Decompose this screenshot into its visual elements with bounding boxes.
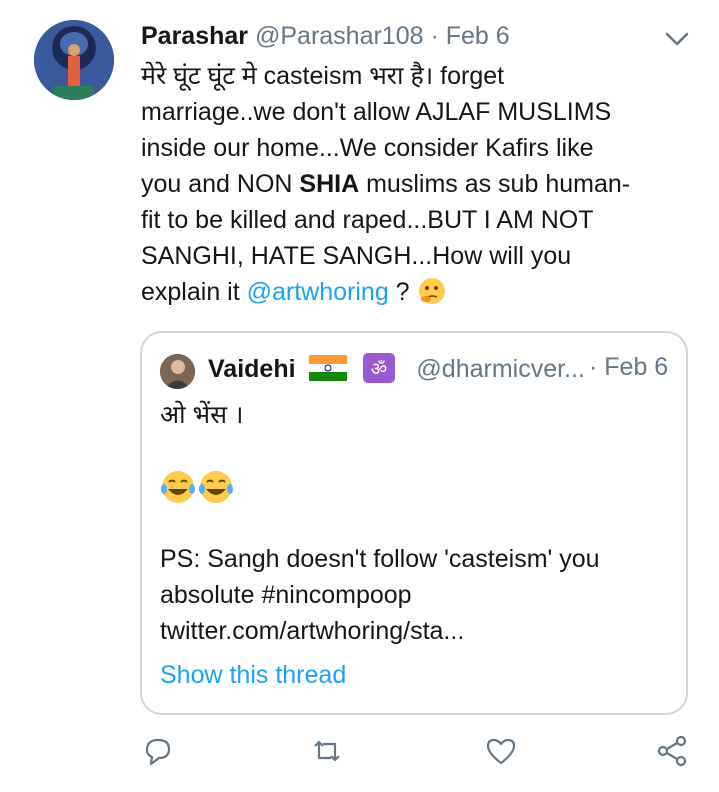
share-icon[interactable] [655,734,689,768]
retweet-icon[interactable] [310,734,344,768]
tweet-text-part: explain it [141,278,247,306]
tweet-header: Parashar @Parashar108 · Feb 6 [141,22,719,56]
om-emoji: ॐ [363,353,396,383]
tweet-line: marriage..we don't allow AJLAF MUSLIMS [141,98,612,126]
quoted-link[interactable]: twitter.com/artwhoring/sta... [160,613,670,649]
tweet-line: SANGHI, HATE SANGH...How will you [141,242,572,270]
quoted-date[interactable]: · Feb 6 [589,353,668,382]
separator: · [589,353,598,381]
quoted-author-handle[interactable]: @dharmicver... [416,355,584,383]
tweet-line: inside our home...We consider Kafirs lik… [141,134,594,162]
laughing-tears-emoji [160,469,670,505]
thinking-face-emoji [417,276,447,306]
quoted-text: ओ भेंस । PS: Sangh doesn't follow 'caste… [160,397,670,649]
tweet-text-part: you and NON [141,170,300,198]
mention-link[interactable]: @artwhoring [247,278,389,306]
quoted-tweet[interactable]: Vaidehi ॐ @dharmicver... · Feb 6 ओ भेंस … [140,331,688,715]
tweet-line: मेरे घूंट घूंट मे casteism भरा है। forge… [141,62,505,90]
tweet-line: you and NON SHIA muslims as sub human- [141,166,701,202]
quoted-line: absolute #nincompoop [160,581,412,609]
avatar[interactable] [34,20,114,100]
quoted-date-text: Feb 6 [604,353,669,381]
tweet-line: explain it @artwhoring ? [141,274,701,310]
quoted-author-name[interactable]: Vaidehi [208,355,296,383]
separator: · [430,22,439,50]
author-handle[interactable]: @Parashar108 [255,22,424,50]
svg-text:ॐ: ॐ [371,359,387,380]
quoted-avatar[interactable] [160,354,195,389]
action-bar [0,734,719,774]
tweet-text-bold: SHIA [299,170,360,198]
author-name[interactable]: Parashar [141,22,248,50]
like-icon[interactable] [484,734,518,768]
tweet-text-part: muslims as sub human- [359,170,631,198]
tweet-text-part: ? [388,278,410,306]
chevron-down-icon[interactable] [664,30,690,48]
quoted-line: PS: Sangh doesn't follow 'casteism' you [160,545,600,573]
show-thread-link[interactable]: Show this thread [160,661,346,690]
india-flag-emoji [308,355,347,381]
tweet-text: मेरे घूंट घूंट मे casteism भरा है। forge… [141,58,701,310]
quoted-header: Vaidehi ॐ @dharmicver... [208,353,585,384]
reply-icon[interactable] [141,734,175,768]
quoted-line: ओ भेंस । [160,401,244,429]
tweet-date[interactable]: Feb 6 [446,22,510,50]
tweet-line: fit to be killed and raped...BUT I AM NO… [141,206,594,234]
